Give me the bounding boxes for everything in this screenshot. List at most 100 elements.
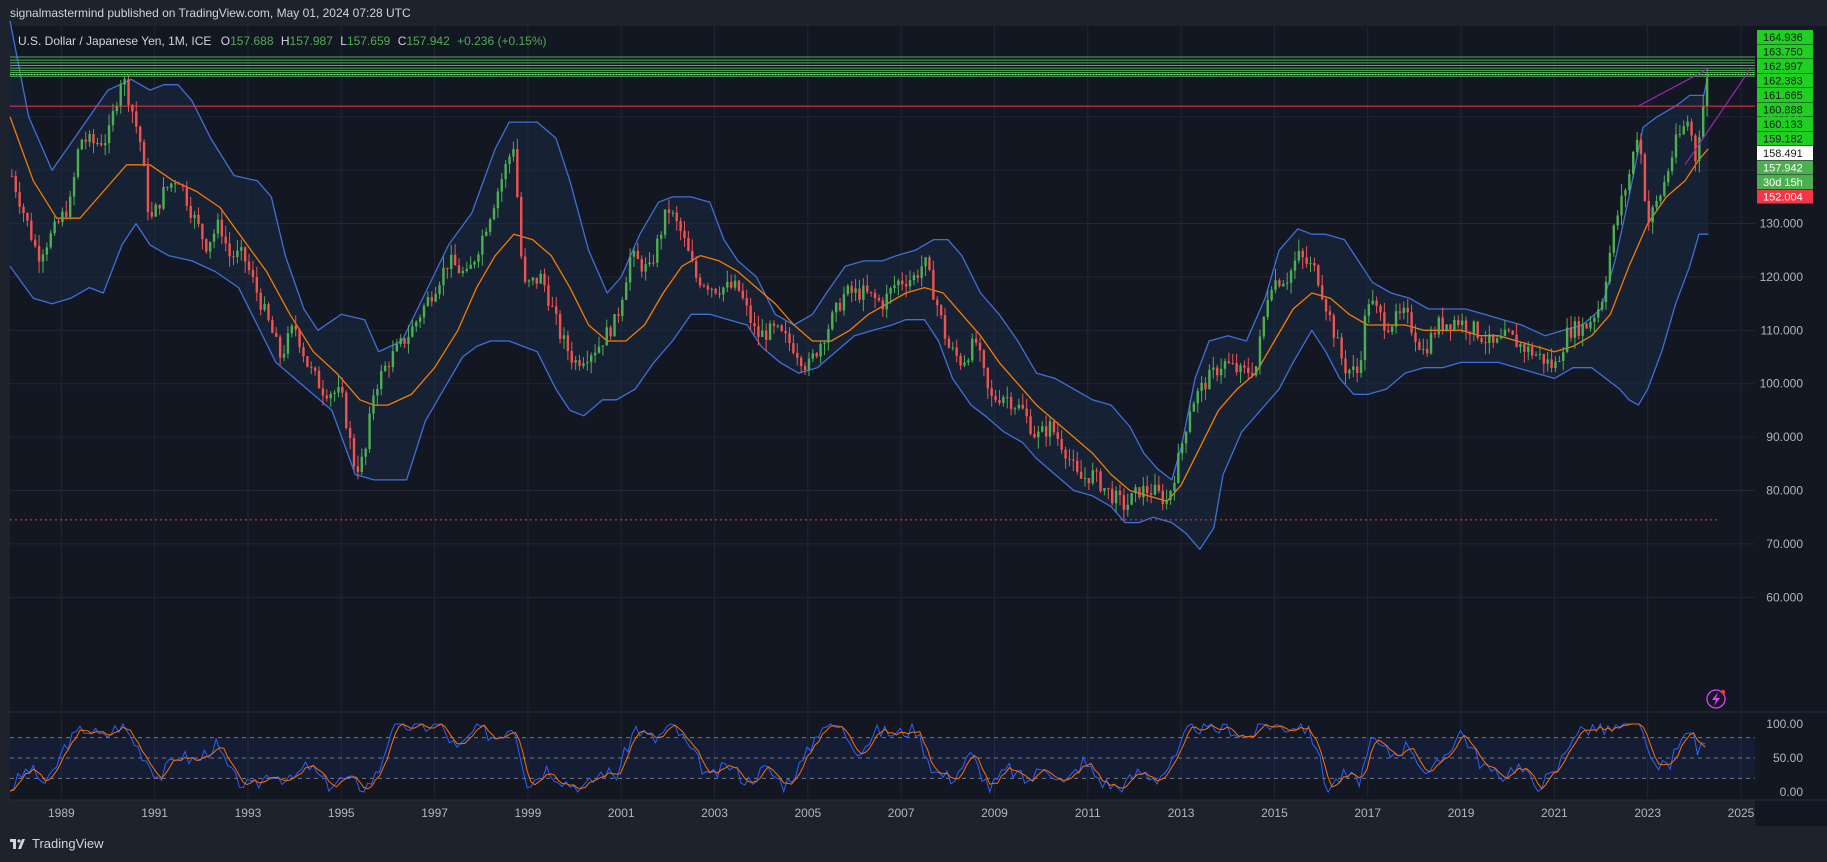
candle-body [811,353,815,359]
stoch-band-fill [10,737,1755,779]
candle-body [1099,471,1102,492]
candle-body [123,79,126,85]
candle-body [784,330,787,334]
candle-body [578,360,581,366]
candle-body [710,288,713,290]
candle-body [908,280,912,287]
price-label-6: 160.133 [1763,119,1803,131]
candle-body [527,280,531,282]
candle-body [1134,487,1137,494]
candle-body [1503,329,1507,337]
candle-body [667,209,671,213]
candle-body [76,149,80,177]
candle-body [197,214,200,225]
candle-body [1495,338,1499,343]
candle-body [1037,431,1040,438]
candle-body [901,280,904,285]
candle-body [1223,361,1227,369]
price-label-7: 159.182 [1763,134,1803,146]
candle-body [671,212,675,214]
candle-body [1616,215,1619,226]
candle-body [1064,449,1067,459]
candle-body [558,314,562,339]
candle-body [33,239,37,247]
candle-body [702,285,706,287]
candle-body [395,343,398,352]
candle-body [691,250,694,262]
price-label-4: 161.665 [1763,90,1803,102]
candle-body [768,323,772,340]
candle-body [1663,182,1666,196]
candle-body [531,277,535,281]
candle-body [1266,300,1269,317]
candle-body [1157,484,1161,491]
candle-body [461,270,465,274]
candle-body [1558,361,1561,363]
candle-body [1142,485,1145,498]
candle-body [1332,315,1336,338]
symbol-title: U.S. Dollar / Japanese Yen, 1M, ICE [18,34,212,48]
candle-body [1410,312,1413,333]
candle-body [1258,336,1262,367]
candle-body [1639,139,1643,155]
candle-body [1095,470,1098,472]
candle-body [173,183,177,185]
candle-body [796,352,799,358]
candle-body [1507,329,1511,331]
candle-body [582,363,585,366]
candle-body [1247,367,1250,373]
candle-body [53,221,56,234]
candle-body [1145,485,1149,494]
candle-body [255,277,259,293]
candle-body [418,317,422,322]
candle-body [698,277,702,286]
candle-body [1017,404,1021,409]
candle-body [1589,321,1592,329]
candle-body [897,280,900,286]
candle-body [807,358,811,370]
candle-body [1530,346,1534,356]
price-label-10: 30d 15h [1763,177,1803,189]
candle-body [1107,488,1110,490]
candle-body [885,293,888,310]
tradingview-logo[interactable]: TradingView [10,836,104,851]
candle-body [601,345,605,347]
candle-body [1542,353,1546,364]
candle-body [1624,190,1627,196]
low-label: L [340,34,347,48]
candle-body [745,298,748,306]
candle-body [1698,137,1701,162]
price-label-9: 157.942 [1763,163,1803,175]
chart-canvas[interactable]: 1989 1991 1993 1995 1997 1999 2001 2003 2005 2007… [0,0,1827,826]
candle-body [298,329,301,348]
candle-body [1562,352,1565,362]
candle-body [1573,321,1577,338]
candle-body [496,191,500,209]
candle-body [869,291,873,293]
candle-body [624,282,628,300]
candle-body [858,288,861,300]
candle-body [1628,174,1631,191]
candle-body [831,312,834,330]
candle-body [516,148,519,198]
candle-body [146,166,150,213]
candle-body [103,143,107,146]
candle-body [1460,320,1464,326]
candle-body [605,327,608,346]
candle-body [1215,367,1219,376]
candle-body [1324,299,1328,312]
candle-body [10,175,14,177]
candle-body [1449,324,1452,330]
candle-body [706,285,710,290]
candle-body [1301,250,1304,258]
candle-body [453,254,457,266]
candle-body [912,275,916,281]
candle-body [282,353,286,358]
candle-body [737,280,741,291]
footer: TradingView [0,826,1827,862]
candle-body [333,392,336,395]
candle-body [41,254,45,262]
candle-body [65,211,68,217]
candle-body [1317,265,1320,286]
candle-body [679,220,682,231]
